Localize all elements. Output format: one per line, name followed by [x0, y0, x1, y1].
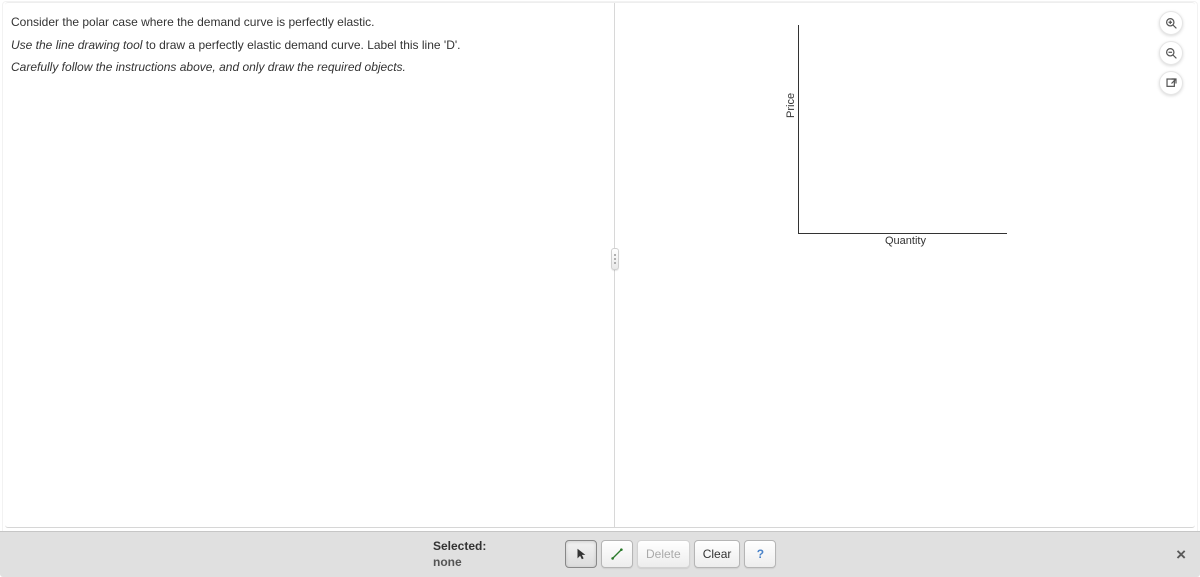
content-area: Consider the polar case where the demand… — [5, 2, 1195, 528]
zoom-out-icon — [1165, 47, 1178, 60]
help-icon: ? — [757, 547, 764, 561]
expand-icon — [1165, 77, 1178, 90]
instruction-line-2-prefix: Use the line drawing tool — [11, 38, 146, 52]
selection-status: Selected: none — [433, 538, 486, 570]
x-axis-label: Quantity — [885, 235, 926, 247]
instruction-line-2: Use the line drawing tool to draw a perf… — [11, 36, 604, 55]
instructions-panel: Consider the polar case where the demand… — [5, 3, 614, 527]
line-tool-button[interactable] — [601, 540, 633, 568]
graph-tool-buttons — [1159, 11, 1183, 95]
delete-button[interactable]: Delete — [637, 540, 690, 568]
graph-panel: Price Quantity — [615, 3, 1195, 527]
instruction-line-2-rest: to draw a perfectly elastic demand curve… — [146, 38, 461, 52]
drawing-tools: Delete Clear ? — [565, 540, 776, 568]
bottom-toolbar: Selected: none Delete Clear ? × — [0, 531, 1200, 577]
zoom-out-button[interactable] — [1159, 41, 1183, 65]
selection-value: none — [433, 554, 486, 570]
y-axis-label: Price — [785, 93, 797, 118]
plot-area[interactable] — [798, 25, 1007, 234]
help-button[interactable]: ? — [744, 540, 776, 568]
zoom-in-button[interactable] — [1159, 11, 1183, 35]
instruction-line-1: Consider the polar case where the demand… — [11, 13, 604, 32]
clear-button[interactable]: Clear — [694, 540, 741, 568]
zoom-in-icon — [1165, 17, 1178, 30]
expand-button[interactable] — [1159, 71, 1183, 95]
close-button[interactable]: × — [1176, 545, 1186, 565]
pointer-icon — [574, 547, 588, 561]
instruction-line-3: Carefully follow the instructions above,… — [11, 58, 604, 77]
pointer-tool-button[interactable] — [565, 540, 597, 568]
line-tool-icon — [610, 547, 624, 561]
selection-label: Selected: — [433, 538, 486, 554]
